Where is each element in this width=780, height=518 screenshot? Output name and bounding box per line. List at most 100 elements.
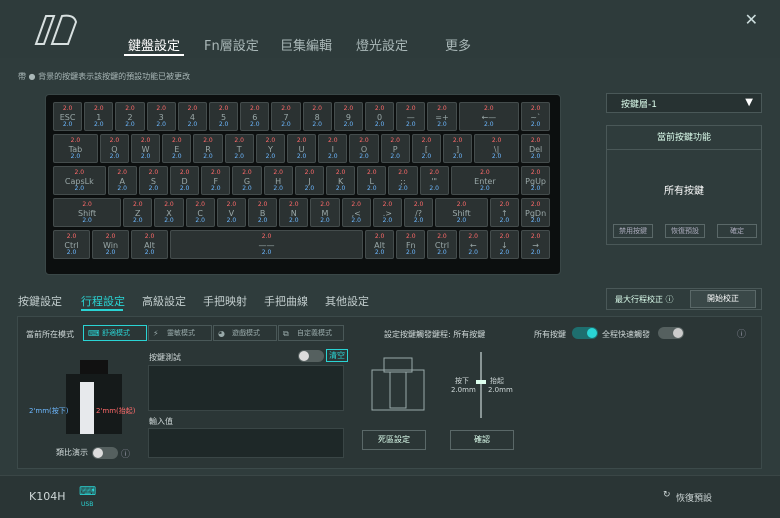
key[interactable]: 2.0 CapsLk 2.0 — [53, 166, 106, 195]
key-test-field[interactable] — [148, 365, 344, 411]
restore-default-button[interactable]: 恢復預設 — [665, 224, 705, 238]
key[interactable]: 2.0 G 2.0 — [232, 166, 262, 195]
key[interactable]: 2.0 Z 2.0 — [123, 198, 153, 227]
key[interactable]: 2.0] 2.0 — [443, 134, 473, 163]
key[interactable]: 2.0 Win 2.0 — [92, 230, 129, 259]
key[interactable]: 2.0 6 2.0 — [240, 102, 270, 131]
key[interactable]: 2.0 8 2.0 — [302, 102, 332, 131]
key[interactable]: 2.0 2 2.0 — [115, 102, 145, 131]
key[interactable]: 2.0 ~` 2.0 — [521, 102, 551, 131]
key[interactable]: 2.0 —— 2.0 — [170, 230, 363, 259]
key[interactable]: 2.0 J 2.0 — [294, 166, 324, 195]
rapid-trigger-toggle[interactable] — [658, 327, 684, 339]
key[interactable]: 2.0 Q 2.0 — [99, 134, 129, 163]
subtab-gamepad-map[interactable]: 手把映射 — [203, 293, 247, 309]
disable-key-button[interactable]: 禁用按鍵 — [613, 224, 653, 238]
subtab-gamepad-curve[interactable]: 手把曲線 — [264, 293, 308, 309]
key[interactable]: 2.0 T 2.0 — [224, 134, 254, 163]
start-calibration-button[interactable]: 開始校正 — [690, 290, 756, 308]
key[interactable]: 2.0[2.0 — [411, 134, 441, 163]
input-value-field[interactable] — [148, 428, 344, 458]
restore-default-footer[interactable]: 恢復預設 — [676, 491, 712, 504]
key[interactable]: 2.0 L 2.0 — [357, 166, 387, 195]
help-icon[interactable]: ⓘ — [737, 327, 746, 340]
key[interactable]: 2.0 W 2.0 — [131, 134, 161, 163]
key[interactable]: 2.0 E 2.0 — [162, 134, 192, 163]
mode-game[interactable]: ◕ 遊戲模式 — [213, 325, 277, 341]
key[interactable]: 2.0 ,< 2.0 — [341, 198, 371, 227]
key[interactable]: 2.0 Ctrl 2.0 — [427, 230, 457, 259]
key[interactable]: 2.0 \| 2.0 — [474, 134, 519, 163]
key[interactable]: 2.0 1 2.0 — [84, 102, 114, 131]
slider-thumb[interactable] — [476, 380, 486, 384]
key[interactable]: 2.0 PgUp 2.0 — [521, 166, 551, 195]
tab-fn-layer[interactable]: Fn層設定 — [204, 35, 259, 54]
key[interactable]: 2.0 ←— 2.0 — [458, 102, 519, 131]
slider-track[interactable] — [480, 352, 482, 418]
key[interactable]: 2.0 3 2.0 — [146, 102, 176, 131]
help-icon[interactable]: ⓘ — [121, 447, 130, 460]
subtab-travel[interactable]: 行程設定 — [81, 293, 125, 309]
key[interactable]: 2.0 U 2.0 — [287, 134, 317, 163]
key[interactable]: 2.0 5 2.0 — [209, 102, 239, 131]
key[interactable]: 2.0 Tab 2.0 — [53, 134, 98, 163]
all-keys-toggle[interactable] — [572, 327, 598, 339]
mode-comfort[interactable]: ⌨ 舒適模式 — [83, 325, 147, 341]
key[interactable]: 2.0 Shift 2.0 — [53, 198, 122, 227]
key[interactable]: 2.0 D 2.0 — [170, 166, 200, 195]
tab-lighting[interactable]: 燈光設定 — [356, 35, 408, 54]
tab-keyboard-settings[interactable]: 鍵盤設定 — [128, 35, 180, 54]
tab-macro[interactable]: 巨集編輯 — [280, 35, 332, 54]
key[interactable]: 2.0 4 2.0 — [177, 102, 207, 131]
key[interactable]: 2.0 7 2.0 — [271, 102, 301, 131]
key[interactable]: 2.0 P 2.0 — [380, 134, 410, 163]
key[interactable]: 2.0 Shift 2.0 — [435, 198, 488, 227]
key[interactable]: 2.0 A 2.0 — [107, 166, 137, 195]
clear-button[interactable]: 清空 — [326, 349, 348, 362]
key[interactable]: 2.0 ↓ 2.0 — [489, 230, 519, 259]
key[interactable]: 2.0 .> 2.0 — [372, 198, 402, 227]
key[interactable]: 2.0 Ctrl 2.0 — [53, 230, 90, 259]
key[interactable]: 2.0 M 2.0 — [310, 198, 340, 227]
key[interactable]: 2.0 '" 2.0 — [419, 166, 449, 195]
key[interactable]: 2.0 ← 2.0 — [458, 230, 488, 259]
subtab-key-settings[interactable]: 按鍵設定 — [18, 293, 62, 309]
key[interactable]: 2.0 Y 2.0 — [255, 134, 285, 163]
key-test-toggle[interactable] — [298, 350, 324, 362]
key[interactable]: 2.0 9 2.0 — [333, 102, 363, 131]
help-icon[interactable]: ⓘ — [666, 294, 674, 305]
key[interactable]: 2.0 Del 2.0 — [521, 134, 551, 163]
key[interactable]: 2.0 H 2.0 — [263, 166, 293, 195]
key[interactable]: 2.0 Alt 2.0 — [365, 230, 395, 259]
key[interactable]: 2.0 Fn 2.0 — [396, 230, 426, 259]
subtab-advanced[interactable]: 高級設定 — [142, 293, 186, 309]
close-icon[interactable]: ✕ — [745, 10, 758, 29]
confirm-button[interactable]: 確認 — [450, 430, 514, 450]
key[interactable]: 2.0 K 2.0 — [326, 166, 356, 195]
key[interactable]: 2.0—2.0 — [396, 102, 426, 131]
tab-more[interactable]: 更多 — [445, 35, 471, 54]
subtab-other[interactable]: 其他設定 — [325, 293, 369, 309]
key[interactable]: 2.0 V 2.0 — [216, 198, 246, 227]
mode-sensitive[interactable]: ⚡ 靈敏模式 — [148, 325, 212, 341]
key[interactable]: 2.0 PgDn 2.0 — [521, 198, 551, 227]
key[interactable]: 2.0 → 2.0 — [521, 230, 551, 259]
key[interactable]: 2.0 O 2.0 — [349, 134, 379, 163]
demo-toggle[interactable] — [92, 447, 118, 459]
key[interactable]: 2.0/? 2.0 — [404, 198, 434, 227]
key[interactable]: 2.0 C 2.0 — [185, 198, 215, 227]
key[interactable]: 2.0 =+ 2.0 — [427, 102, 457, 131]
key[interactable]: 2.0 R 2.0 — [193, 134, 223, 163]
restore-icon[interactable]: ↻ — [663, 490, 671, 500]
key[interactable]: 2.0 I 2.0 — [318, 134, 348, 163]
confirm-func-button[interactable]: 確定 — [717, 224, 757, 238]
key[interactable]: 2.0 X 2.0 — [154, 198, 184, 227]
deadzone-button[interactable]: 死區設定 — [362, 430, 426, 450]
key[interactable]: 2.0 S 2.0 — [138, 166, 168, 195]
key[interactable]: 2.0 ↑ 2.0 — [489, 198, 519, 227]
key[interactable]: 2.0 F 2.0 — [201, 166, 231, 195]
mode-custom[interactable]: ⧉ 自定義模式 — [278, 325, 344, 341]
key[interactable]: 2.0 ESC 2.0 — [53, 102, 83, 131]
key[interactable]: 2.0 0 2.0 — [365, 102, 395, 131]
key[interactable]: 2.0 B 2.0 — [248, 198, 278, 227]
